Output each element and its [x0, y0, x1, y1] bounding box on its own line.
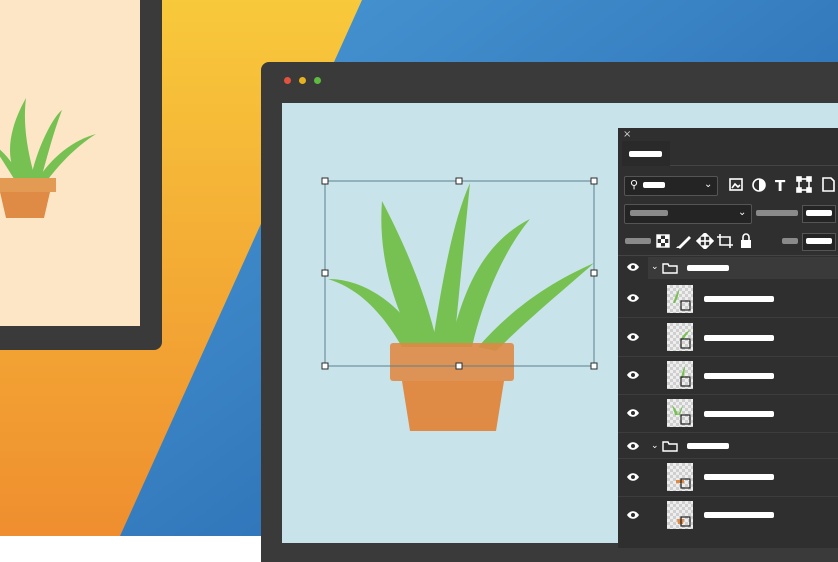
handle	[455, 362, 463, 370]
minimize-dot[interactable]	[299, 77, 306, 84]
eye-icon[interactable]	[626, 262, 640, 272]
tabbar-divider	[670, 165, 838, 166]
fill-value	[806, 238, 832, 244]
filter-label	[643, 182, 665, 188]
row-divider	[618, 317, 838, 318]
chevron-down-icon[interactable]: ⌄	[651, 261, 659, 273]
eye-icon[interactable]	[626, 293, 640, 303]
chevron-down-icon: ⌄	[704, 179, 713, 190]
layer-name	[704, 296, 774, 302]
leaf-thumbnail-icon	[680, 366, 691, 387]
filter-icons: T	[729, 176, 835, 194]
handle	[455, 177, 463, 185]
lock-icons	[656, 233, 751, 249]
layer-name	[704, 512, 774, 518]
pot-thumbnail-icon	[676, 478, 691, 489]
row-divider	[618, 458, 838, 459]
folder-icon	[662, 263, 678, 274]
text-icon: T	[775, 177, 786, 194]
folder-icon	[662, 441, 678, 452]
eye-icon[interactable]	[626, 441, 640, 451]
leaf-thumbnail-icon	[673, 289, 691, 311]
move-icon	[695, 233, 715, 249]
layers-tab-label	[629, 151, 662, 157]
pot-body	[402, 381, 504, 431]
group-name	[687, 265, 729, 271]
group-name	[687, 443, 729, 449]
layer-name	[704, 411, 774, 417]
handle	[321, 177, 329, 185]
row-divider	[618, 356, 838, 357]
blend-mode-label	[630, 210, 668, 216]
pot-rim	[390, 343, 514, 381]
layer-name	[704, 474, 774, 480]
eye-icon[interactable]	[626, 510, 640, 520]
plant-artwork[interactable]	[282, 103, 618, 543]
handle	[321, 362, 329, 370]
eye-icon[interactable]	[626, 332, 640, 342]
contrast-icon	[752, 178, 766, 192]
search-icon: ⚲	[630, 178, 639, 191]
layer-name	[704, 335, 774, 341]
lock-icon	[741, 233, 751, 248]
maximize-dot[interactable]	[314, 77, 321, 84]
row-divider	[618, 394, 838, 395]
eye-icon[interactable]	[626, 408, 640, 418]
row-divider	[618, 432, 838, 433]
panel-divider	[618, 255, 838, 256]
eye-icon[interactable]	[626, 472, 640, 482]
leaf-thumbnail-icon	[672, 405, 691, 425]
small-plant-illustration	[0, 98, 96, 218]
chevron-down-icon[interactable]: ⌄	[651, 440, 659, 452]
opacity-label	[756, 210, 798, 216]
fill-label	[782, 238, 798, 244]
handle	[590, 362, 598, 370]
chevron-down-icon: ⌄	[738, 207, 747, 218]
close-dot[interactable]	[284, 77, 291, 84]
leaf-thumbnail-icon	[680, 330, 691, 349]
handle	[590, 269, 598, 277]
lock-label	[625, 238, 651, 244]
eye-icon[interactable]	[626, 370, 640, 380]
handle	[590, 177, 598, 185]
opacity-value	[806, 210, 832, 216]
crop-icon	[717, 234, 733, 248]
document-icon	[822, 177, 835, 192]
panel-close-button[interactable]: ×	[623, 129, 631, 141]
layer-name	[704, 373, 774, 379]
transform-icon	[796, 176, 812, 193]
pot-thumbnail-icon	[677, 516, 691, 527]
image-icon	[729, 178, 743, 191]
brush-icon	[676, 236, 691, 249]
handle	[321, 269, 329, 277]
row-divider	[618, 496, 838, 497]
transparency-icon	[656, 234, 670, 248]
